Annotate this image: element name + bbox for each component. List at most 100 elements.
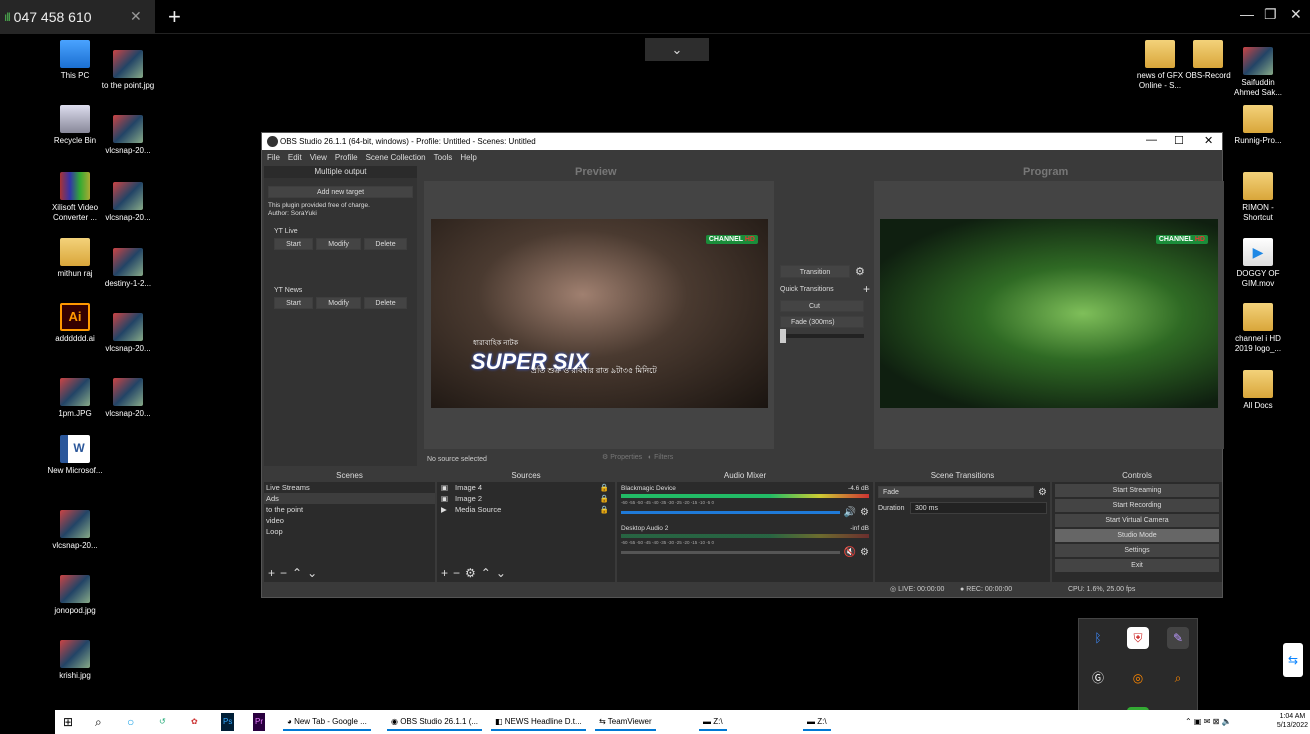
premiere-icon[interactable]: Pr: [253, 713, 265, 731]
add-icon[interactable]: +: [268, 566, 275, 580]
taskbar-news[interactable]: ◧ NEWS Headline D.t...: [491, 713, 586, 731]
transition-select[interactable]: Fade: [878, 486, 1035, 498]
source-item[interactable]: ▶ Media Source 🔒: [437, 504, 615, 515]
gear-icon[interactable]: ⚙: [855, 265, 865, 278]
menu-view[interactable]: View: [310, 153, 327, 162]
chevron-down-icon[interactable]: ⌄: [645, 38, 709, 61]
start-streaming-button[interactable]: Start Streaming: [1055, 484, 1219, 497]
delete-button[interactable]: Delete: [364, 297, 407, 309]
cortana-icon[interactable]: ○: [127, 713, 134, 731]
add-target-button[interactable]: Add new target: [268, 186, 413, 198]
desktop-icon[interactable]: mithun raj: [45, 238, 105, 279]
minimize-icon[interactable]: —: [1240, 6, 1254, 22]
source-item[interactable]: ▣ Image 2 🔒: [437, 493, 615, 504]
volume-fader[interactable]: [621, 551, 840, 554]
desktop-icon[interactable]: ▶ DOGGY OF GIM.mov: [1228, 238, 1288, 289]
add-icon[interactable]: +: [863, 282, 870, 296]
taskbar-chrome[interactable]: ◕ New Tab - Google ...: [283, 713, 371, 731]
start-button[interactable]: Start: [274, 297, 314, 309]
modify-button[interactable]: Modify: [316, 297, 362, 309]
add-icon[interactable]: +: [441, 566, 448, 580]
lock-icon[interactable]: 🔒: [600, 482, 609, 493]
menu-profile[interactable]: Profile: [335, 153, 358, 162]
modify-button[interactable]: Modify: [316, 238, 362, 250]
desktop-icon[interactable]: vlcsnap-20...: [98, 378, 158, 419]
properties-button[interactable]: Properties: [610, 454, 642, 461]
scene-item[interactable]: Live Streams: [264, 482, 435, 493]
gear-icon[interactable]: ⚙: [860, 547, 869, 558]
desktop-icon[interactable]: All Docs: [1228, 370, 1288, 411]
photoshop-icon[interactable]: Ps: [221, 713, 235, 731]
desktop-icon[interactable]: channel i HD 2019 logo_...: [1228, 303, 1288, 354]
remove-icon[interactable]: −: [280, 566, 287, 580]
menu-help[interactable]: Help: [460, 153, 476, 162]
maximize-icon[interactable]: ☐: [1174, 134, 1184, 147]
desktop-icon[interactable]: 1pm.JPG: [45, 378, 105, 419]
studio-mode-button[interactable]: Studio Mode: [1055, 529, 1219, 542]
bluetooth-icon[interactable]: ᛒ: [1087, 627, 1109, 649]
ring-icon[interactable]: ◎: [1127, 667, 1149, 689]
move-down-icon[interactable]: ⌄: [307, 566, 317, 580]
speaker-icon[interactable]: 🔊: [844, 507, 856, 518]
taskbar-obs[interactable]: ◉ OBS Studio 26.1.1 (...: [387, 713, 483, 731]
new-tab-icon[interactable]: +: [168, 4, 181, 30]
cut-button[interactable]: Cut: [780, 300, 864, 312]
remove-icon[interactable]: −: [453, 566, 460, 580]
move-up-icon[interactable]: ⌃: [292, 566, 302, 580]
lock-icon[interactable]: 🔒: [600, 504, 609, 515]
close-icon[interactable]: ✕: [130, 8, 142, 25]
lock-icon[interactable]: 🔒: [600, 493, 609, 504]
desktop-icon[interactable]: Ai adddddd.ai: [45, 303, 105, 344]
teamviewer-side-icon[interactable]: ⇆: [1283, 643, 1303, 677]
desktop-icon[interactable]: destiny-1-2...: [98, 248, 158, 289]
preview-canvas[interactable]: CHANNEL HD ধারাবাহিক নাটক SUPER SIX প্রত…: [424, 181, 774, 449]
menu-tools[interactable]: Tools: [434, 153, 453, 162]
volume-fader[interactable]: [621, 511, 840, 514]
shield-icon[interactable]: ⛨: [1127, 627, 1149, 649]
menu-file[interactable]: File: [267, 153, 280, 162]
taskbar-drive[interactable]: ▬ Z:\: [699, 713, 727, 731]
app-icon[interactable]: ↺: [159, 713, 166, 731]
move-down-icon[interactable]: ⌄: [496, 566, 506, 580]
desktop-icon[interactable]: vlcsnap-20...: [98, 115, 158, 156]
search-icon[interactable]: ⌕: [95, 713, 102, 731]
gear-icon[interactable]: ⚙: [465, 566, 476, 580]
close-window-icon[interactable]: ✕: [1290, 6, 1302, 23]
taskbar-teamviewer[interactable]: ⇆ TeamViewer: [595, 713, 656, 731]
desktop-icon[interactable]: Xilisoft Video Converter ...: [45, 172, 105, 223]
delete-button[interactable]: Delete: [364, 238, 407, 250]
restore-icon[interactable]: ❐: [1264, 6, 1277, 23]
close-icon[interactable]: ✕: [1204, 134, 1213, 147]
scene-item[interactable]: video: [264, 515, 435, 526]
windows-start-icon[interactable]: ⊞: [63, 713, 73, 731]
tbar-handle[interactable]: [780, 329, 786, 343]
desktop-icon[interactable]: RIMON - Shortcut: [1228, 172, 1288, 223]
source-item[interactable]: ▣ Image 4 🔒: [437, 482, 615, 493]
desktop-icon[interactable]: Runnig-Pro...: [1228, 105, 1288, 146]
exit-button[interactable]: Exit: [1055, 559, 1219, 572]
scene-item[interactable]: Loop: [264, 526, 435, 537]
app-icon[interactable]: ✿: [191, 713, 198, 731]
gear-icon[interactable]: ⚙: [860, 507, 869, 518]
desktop-icon[interactable]: W New Microsof...: [45, 435, 105, 476]
desktop-icon[interactable]: krishi.jpg: [45, 640, 105, 681]
feather-icon[interactable]: ✎: [1167, 627, 1189, 649]
desktop-icon[interactable]: Saifuddin Ahmed Sak...: [1228, 47, 1288, 98]
transition-button[interactable]: Transition: [780, 265, 850, 278]
desktop-icon[interactable]: Recycle Bin: [45, 105, 105, 146]
menu-edit[interactable]: Edit: [288, 153, 302, 162]
start-recording-button[interactable]: Start Recording: [1055, 499, 1219, 512]
search-icon[interactable]: ⌕: [1167, 667, 1189, 689]
desktop-icon[interactable]: vlcsnap-20...: [98, 313, 158, 354]
duration-input[interactable]: 300 ms: [910, 502, 1047, 514]
desktop-icon[interactable]: vlcsnap-20...: [98, 182, 158, 223]
gear-icon[interactable]: ⚙: [1038, 487, 1047, 498]
start-button[interactable]: Start: [274, 238, 314, 250]
scene-item[interactable]: to the point: [264, 504, 435, 515]
minimize-icon[interactable]: —: [1146, 134, 1157, 146]
taskbar-drive[interactable]: ▬ Z:\: [803, 713, 831, 731]
clock[interactable]: 1:04 AM 5/13/2022: [1277, 712, 1308, 730]
desktop-icon[interactable]: vlcsnap-20...: [45, 510, 105, 551]
desktop-icon[interactable]: to the point.jpg: [98, 50, 158, 91]
filters-button[interactable]: Filters: [654, 454, 673, 461]
